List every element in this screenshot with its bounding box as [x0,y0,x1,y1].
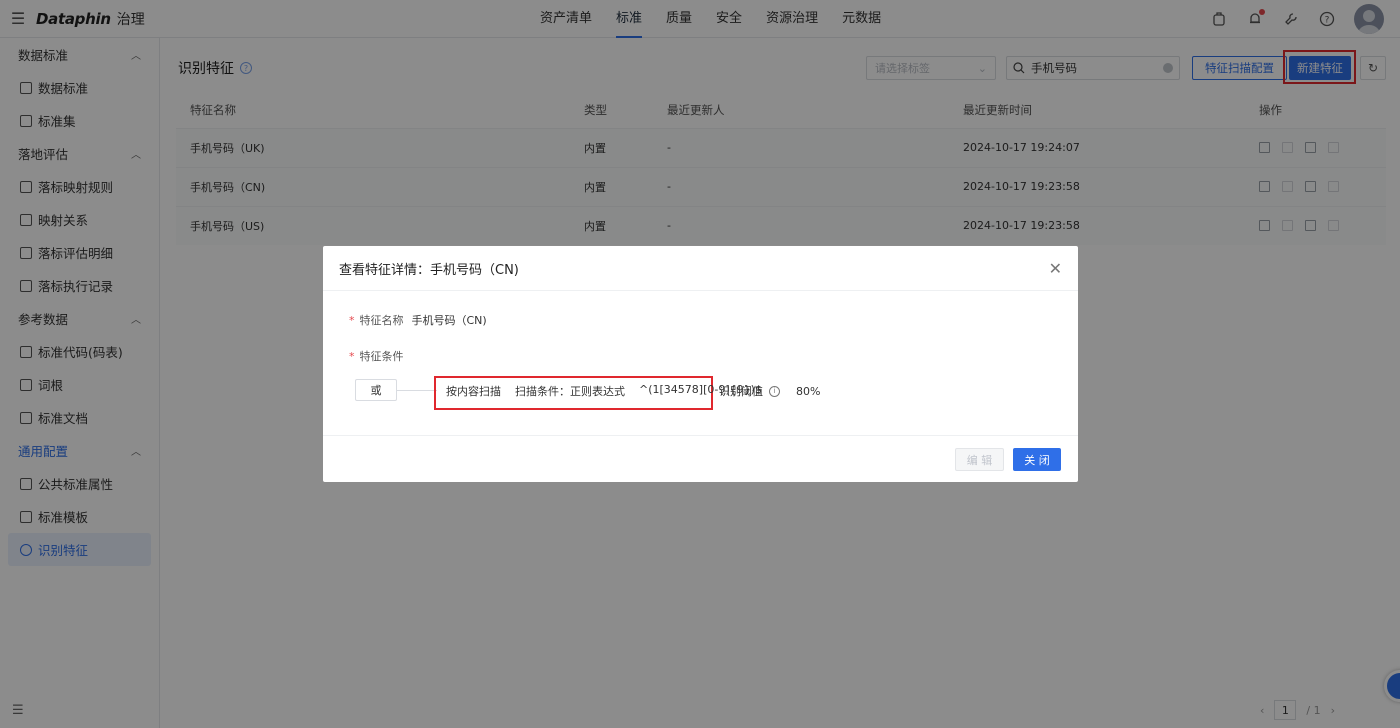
modal-header: 查看特征详情：手机号码（CN) ✕ [323,246,1078,291]
logic-operator: 或 [355,379,397,401]
info-icon[interactable]: i [769,385,780,397]
edit-button[interactable]: 编 辑 [955,448,1004,471]
feature-condition-field: * 特征条件 [349,348,404,364]
threshold-label: 识别阈值 [719,385,763,398]
modal-title: 查看特征详情：手机号码（CN) [339,262,519,278]
field-value: 手机号码（CN) [411,314,487,327]
field-label: 特征条件 [359,350,404,363]
condition-rule: 按内容扫描 扫描条件：正则表达式 ^(1[34578][0-9]{9})$ [446,383,762,399]
modal-footer: 编 辑 关 闭 [323,435,1078,482]
feature-detail-modal: 查看特征详情：手机号码（CN) ✕ * 特征名称 手机号码（CN) * 特征条件… [323,246,1078,482]
close-icon[interactable]: ✕ [1049,259,1062,278]
field-label: 特征名称 [359,314,404,327]
required-mark: * [349,313,355,327]
close-button[interactable]: 关 闭 [1013,448,1061,471]
threshold: 识别阈值 i 80% [719,383,820,399]
feature-name-field: * 特征名称 手机号码（CN) [349,312,487,328]
threshold-value: 80% [796,384,821,398]
required-mark: * [349,349,355,363]
condition-connector [397,390,437,391]
scan-type: 按内容扫描 [446,385,501,398]
scan-condition: 扫描条件：正则表达式 [515,385,625,398]
